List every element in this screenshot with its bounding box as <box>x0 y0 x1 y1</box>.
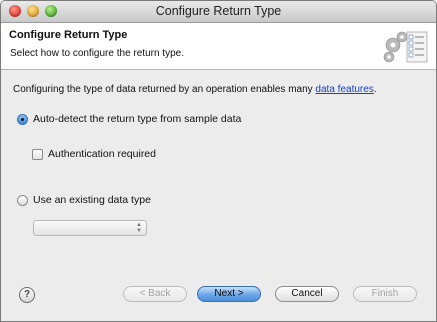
cancel-button[interactable]: Cancel <box>275 286 339 302</box>
select-arrows-icon: ▲ ▼ <box>136 222 142 234</box>
wizard-banner: Configure Return Type Select how to conf… <box>1 23 436 70</box>
authentication-required-checkbox[interactable] <box>32 148 43 160</box>
auto-detect-label: Auto-detect the return type from sample … <box>33 113 242 125</box>
authentication-option[interactable]: Authentication required <box>32 148 156 160</box>
wizard-gears-icon <box>383 31 428 63</box>
window-title: Configure Return Type <box>155 4 282 18</box>
intro-text: Configuring the type of data returned by… <box>13 84 377 95</box>
authentication-required-label: Authentication required <box>48 148 156 160</box>
intro-text-body: Configuring the type of data returned by… <box>13 84 316 95</box>
wizard-footer: ? < Back Next > Cancel Finish <box>1 271 436 321</box>
finish-button[interactable]: Finish <box>353 286 417 302</box>
existing-type-radio[interactable] <box>17 194 28 206</box>
page-title: Configure Return Type <box>9 29 128 41</box>
existing-type-label: Use an existing data type <box>33 194 151 206</box>
next-button[interactable]: Next > <box>197 286 261 302</box>
back-button[interactable]: < Back <box>123 286 187 302</box>
existing-type-select[interactable]: ▲ ▼ <box>33 220 147 236</box>
intro-text-end: . <box>373 84 377 95</box>
help-icon[interactable]: ? <box>19 287 35 303</box>
data-features-link[interactable]: data features <box>315 84 373 95</box>
auto-detect-radio[interactable] <box>17 113 28 125</box>
configure-return-type-dialog: Configure Return Type Configure Return T… <box>0 0 437 322</box>
existing-type-option[interactable]: Use an existing data type <box>17 194 151 206</box>
title-bar[interactable]: Configure Return Type <box>1 1 436 23</box>
wizard-content: Configuring the type of data returned by… <box>1 70 436 270</box>
page-description: Select how to configure the return type. <box>10 48 184 59</box>
auto-detect-option[interactable]: Auto-detect the return type from sample … <box>17 113 241 125</box>
